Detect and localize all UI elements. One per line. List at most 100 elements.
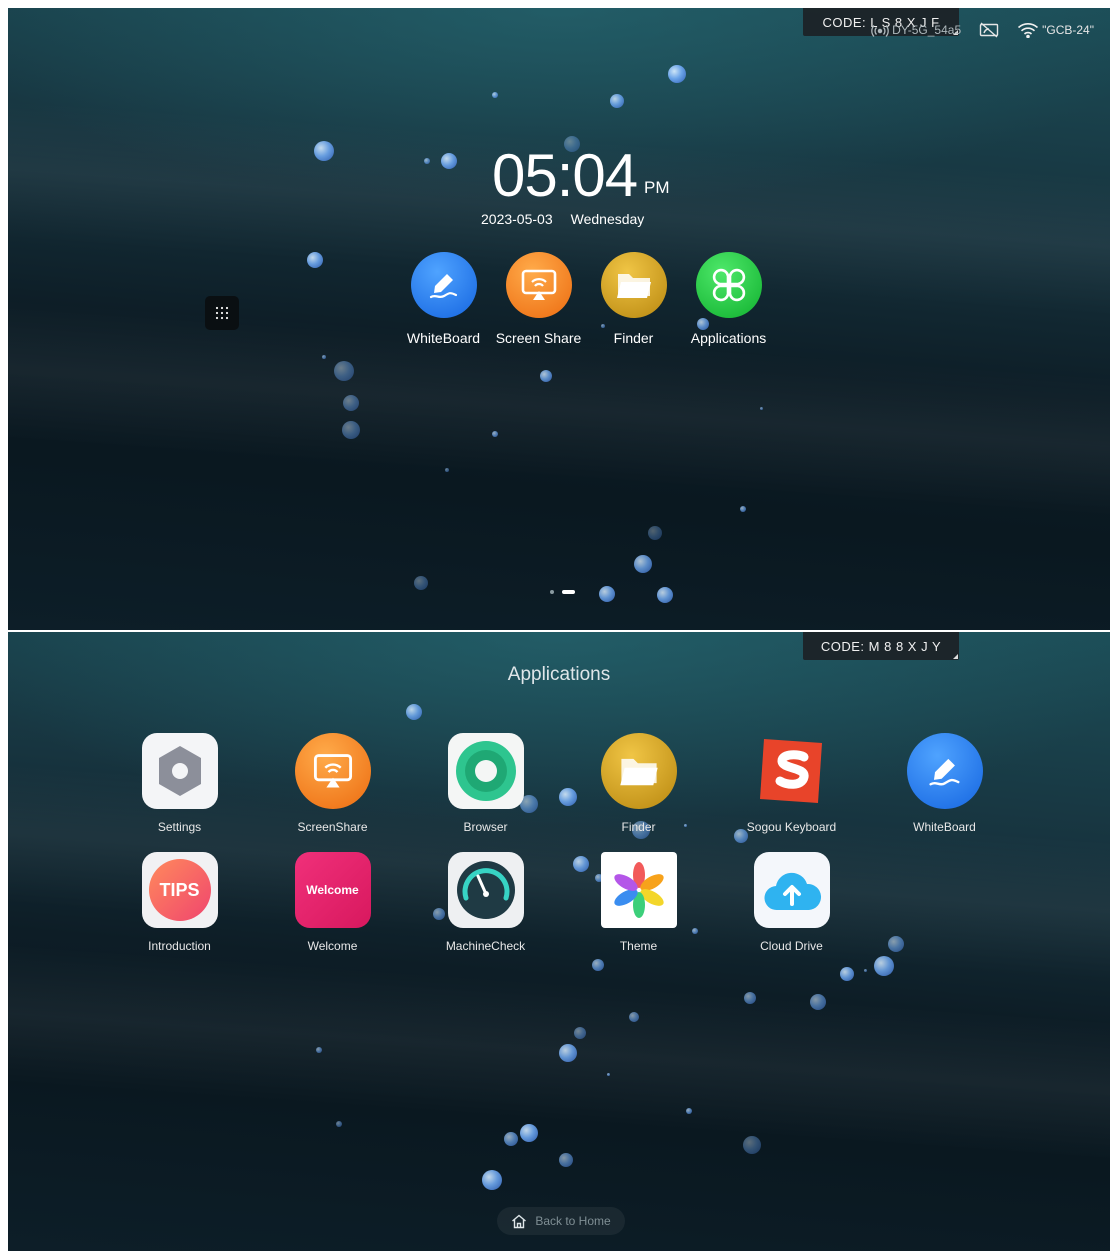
app-settings[interactable]: Settings <box>103 733 256 834</box>
app-label: Sogou Keyboard <box>746 820 837 834</box>
background-bubble <box>504 1132 518 1146</box>
background-bubble <box>322 355 326 359</box>
hotspot-icon <box>871 25 890 37</box>
background-bubble <box>599 586 615 602</box>
tips-icon: TIPS <box>141 852 218 928</box>
app-drawer-button[interactable] <box>205 296 239 330</box>
background-bubble <box>759 406 763 410</box>
background-bubble <box>316 1047 322 1053</box>
hotspot-name: DY-5G_54a5 <box>892 23 962 37</box>
whiteboard-pen-icon <box>906 733 983 809</box>
dock-app-finder[interactable]: Finder <box>586 252 681 346</box>
background-bubble <box>336 1121 342 1127</box>
background-bubble <box>610 94 624 108</box>
dock-app-label: Finder <box>613 330 654 346</box>
background-bubble <box>445 468 449 472</box>
background-bubble <box>740 506 746 512</box>
background-bubble <box>492 92 498 98</box>
background-bubble <box>743 1136 761 1154</box>
page-indicator-dot[interactable] <box>550 590 554 594</box>
background-sheen <box>8 936 1110 1168</box>
background-bubble <box>606 1072 610 1076</box>
back-to-home-label: Back to Home <box>535 1214 611 1228</box>
background-bubble <box>592 959 604 971</box>
no-cast-icon <box>979 22 999 38</box>
background-bubble <box>414 576 428 590</box>
dock-app-label: WhiteBoard <box>406 330 481 346</box>
app-label: Welcome <box>307 939 358 953</box>
background-bubble <box>668 65 686 83</box>
clock-weekday: Wednesday <box>570 211 645 227</box>
app-welcome[interactable]: Welcome Welcome <box>256 852 409 953</box>
hotspot-status[interactable]: DY-5G_54a5 <box>871 23 961 37</box>
background-bubble <box>314 141 334 161</box>
app-grid: Settings ScreenShare Browser Finder Sogo… <box>103 733 1021 953</box>
app-screenshare[interactable]: ScreenShare <box>256 733 409 834</box>
dock-app-whiteboard[interactable]: WhiteBoard <box>396 252 491 346</box>
background-bubble <box>874 956 894 976</box>
theme-petals-icon <box>600 852 677 928</box>
back-to-home-button[interactable]: Back to Home <box>497 1207 625 1235</box>
page-indicator-active[interactable] <box>562 590 575 594</box>
app-label: Cloud Drive <box>760 939 823 953</box>
background-bubble <box>343 395 359 411</box>
app-label: MachineCheck <box>445 939 526 953</box>
app-label: Theme <box>619 939 658 953</box>
clock-widget: 05:04 PM 2023-05-03 Wednesday <box>481 146 670 228</box>
app-cloud-drive[interactable]: Cloud Drive <box>715 852 868 953</box>
app-sogou-keyboard[interactable]: Sogou Keyboard <box>715 733 868 834</box>
clock-ampm: PM <box>644 178 670 197</box>
app-browser[interactable]: Browser <box>409 733 562 834</box>
grid-dots-icon <box>215 306 229 320</box>
folder-icon <box>600 733 677 809</box>
wifi-status[interactable]: "GCB-24" <box>1017 22 1094 38</box>
clock-date-line: 2023-05-03 Wednesday <box>481 211 681 227</box>
background-bubble <box>482 1170 502 1190</box>
app-label: Browser <box>463 820 508 834</box>
page-indicator[interactable] <box>550 590 575 594</box>
background-bubble <box>657 587 673 603</box>
app-label: ScreenShare <box>297 820 368 834</box>
wifi-name: "GCB-24" <box>1042 23 1094 37</box>
background-bubble <box>540 370 552 382</box>
dock-app-applications[interactable]: Applications <box>681 252 776 346</box>
app-theme[interactable]: Theme <box>562 852 715 953</box>
welcome-icon-text: Welcome <box>306 883 359 897</box>
dock-app-label: Applications <box>690 330 767 346</box>
app-label: Settings <box>157 820 202 834</box>
app-machinecheck[interactable]: MachineCheck <box>409 852 562 953</box>
background-bubble <box>406 704 422 720</box>
settings-gear-icon <box>141 733 218 809</box>
background-bubble <box>574 1027 586 1039</box>
app-whiteboard[interactable]: WhiteBoard <box>868 733 1021 834</box>
app-label: Finder <box>621 820 656 834</box>
tips-icon-text: TIPS <box>148 859 211 921</box>
background-bubble <box>559 1153 573 1167</box>
screen-share-icon <box>294 733 371 809</box>
sogou-s-icon <box>754 733 830 809</box>
background-bubble <box>686 1108 692 1114</box>
background-bubble <box>492 431 498 437</box>
app-introduction[interactable]: TIPS Introduction <box>103 852 256 953</box>
dock-app-screen-share[interactable]: Screen Share <box>491 252 586 346</box>
screen-cast-status[interactable] <box>979 22 999 38</box>
welcome-icon: Welcome <box>294 852 371 928</box>
cloud-upload-icon <box>753 852 830 928</box>
app-finder[interactable]: Finder <box>562 733 715 834</box>
background-bubble <box>629 1012 639 1022</box>
clock-date: 2023-05-03 <box>481 211 553 227</box>
browser-icon <box>447 733 524 809</box>
clover-apps-icon <box>695 252 762 318</box>
dock-apps: WhiteBoard Screen Share Finder Applicati… <box>396 252 776 346</box>
background-bubble <box>744 992 756 1004</box>
whiteboard-pen-icon <box>410 252 477 318</box>
folder-icon <box>600 252 667 318</box>
background-bubble <box>863 968 867 972</box>
background-bubble <box>840 967 854 981</box>
app-label: Introduction <box>148 939 211 953</box>
background-bubble <box>424 158 430 164</box>
background-bubble <box>441 153 457 169</box>
applications-screen: CODE: M 8 8 X J Y Applications Settings … <box>8 632 1110 1251</box>
dock-app-label: Screen Share <box>495 330 582 346</box>
background-bubble <box>520 1124 538 1142</box>
